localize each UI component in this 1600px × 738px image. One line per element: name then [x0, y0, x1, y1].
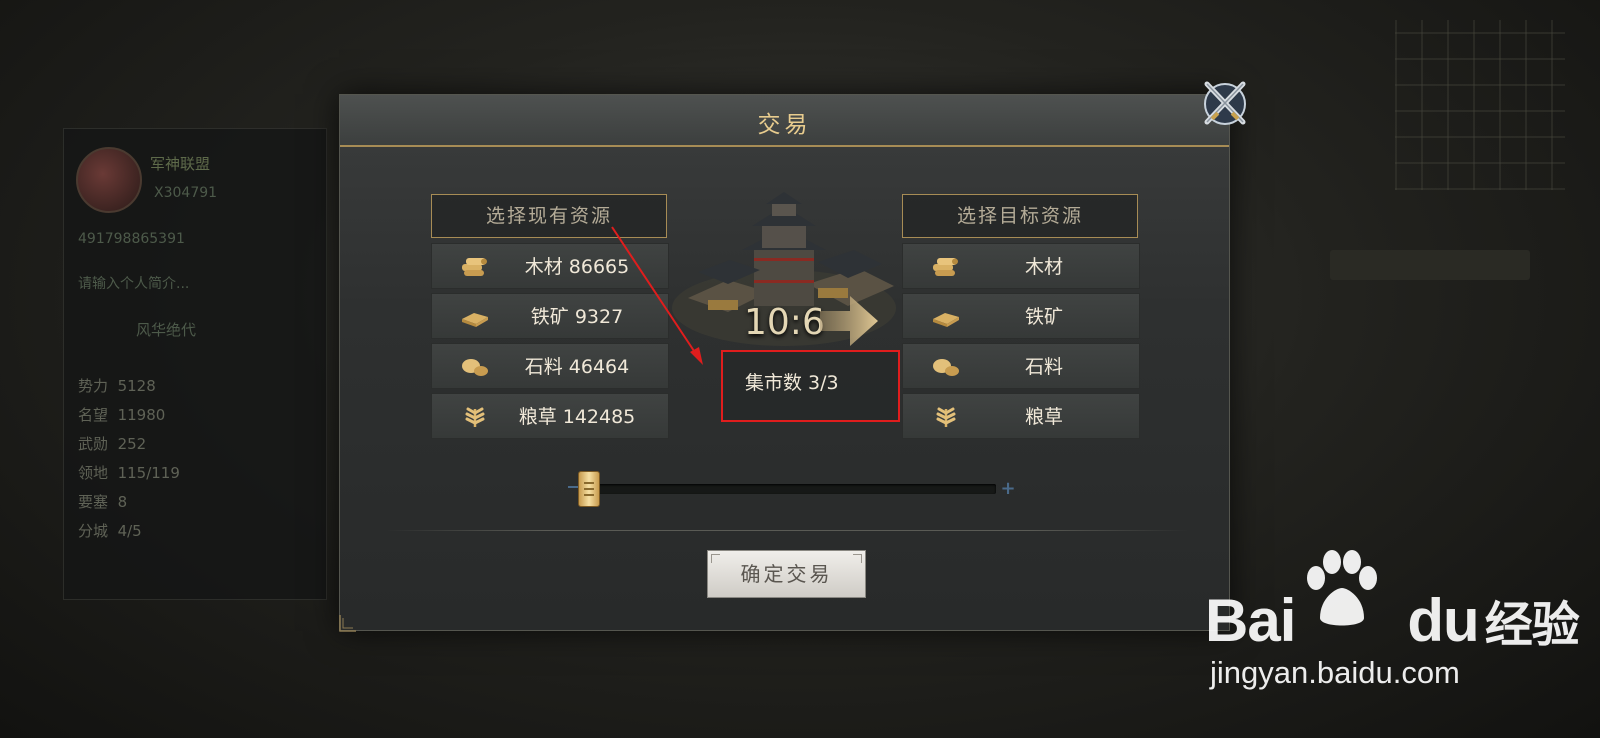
left-resource-wood[interactable]: 木材 86665	[431, 243, 669, 289]
stat-row: 分城 4/5	[78, 522, 142, 540]
quantity-slider-thumb[interactable]	[578, 471, 600, 507]
guild-name: 军神联盟	[150, 155, 211, 173]
stat-row: 领地 115/119	[78, 464, 180, 482]
avatar	[76, 147, 142, 213]
watermark-url: jingyan.baidu.com	[1210, 655, 1460, 690]
stat-row: 武勋 252	[78, 435, 147, 453]
market-count-box: 集市数 3/3	[721, 350, 900, 422]
stat-row: 势力 5128	[78, 377, 156, 395]
divider	[385, 530, 1189, 531]
stone-icon	[462, 359, 488, 376]
iron-icon	[933, 313, 959, 327]
select-current-resource-header: 选择现有资源	[431, 194, 667, 238]
signature-field: 请输入个人简介...	[78, 276, 190, 292]
left-resource-label: 木材 86665	[524, 256, 630, 278]
wood-icon	[933, 258, 958, 276]
right-resource-label: 木材	[1024, 256, 1063, 278]
grain-icon	[465, 407, 485, 427]
player-id: X304791	[154, 185, 218, 201]
quantity-slider-track[interactable]	[586, 484, 996, 494]
left-resource-iron[interactable]: 铁矿 9327	[431, 293, 669, 339]
left-resource-stone[interactable]: 石料 46464	[431, 343, 669, 389]
dialog-title: 交易	[757, 112, 812, 138]
iron-icon	[462, 313, 488, 327]
left-resource-label: 粮草 142485	[518, 406, 636, 428]
right-resource-label: 石料	[1024, 356, 1063, 378]
right-resource-iron[interactable]: 铁矿	[902, 293, 1140, 339]
confirm-trade-label: 确定交易	[740, 562, 833, 586]
watermark-brand: Bai du 经验	[1205, 587, 1580, 654]
background-profile-panel: 军神联盟 X304791 491798865391 请输入个人简介... 风华绝…	[63, 128, 327, 600]
left-resource-grain[interactable]: 粮草 142485	[431, 393, 669, 439]
exchange-arrow-icon	[820, 296, 878, 346]
account-id: 491798865391	[78, 231, 185, 247]
market-count: 集市数 3/3	[745, 372, 839, 394]
grain-icon	[936, 407, 956, 427]
right-resource-grain[interactable]: 粮草	[902, 393, 1140, 439]
stone-icon	[933, 359, 959, 376]
dialog-header: 交易	[340, 95, 1229, 147]
right-resource-stone[interactable]: 石料	[902, 343, 1140, 389]
right-resource-wood[interactable]: 木材	[902, 243, 1140, 289]
background-table	[1330, 250, 1530, 280]
slider-plus-icon[interactable]: +	[1000, 480, 1016, 498]
stat-row: 名望 11980	[78, 406, 166, 424]
crossed-swords-close-icon	[1204, 81, 1246, 125]
right-resource-label: 粮草	[1024, 406, 1063, 428]
right-resource-label: 铁矿	[1024, 306, 1063, 328]
player-title: 风华绝代	[136, 321, 197, 339]
close-button[interactable]	[1197, 76, 1253, 132]
left-resource-label: 铁矿 9327	[530, 306, 624, 328]
stat-row: 要塞 8	[78, 493, 128, 511]
select-target-resource-header: 选择目标资源	[902, 194, 1138, 238]
background-window-lattice	[1395, 20, 1565, 190]
corner-ornament-icon	[339, 615, 356, 632]
left-resource-label: 石料 46464	[524, 356, 630, 378]
confirm-trade-button[interactable]: 确定交易	[707, 550, 866, 598]
wood-icon	[462, 258, 487, 276]
